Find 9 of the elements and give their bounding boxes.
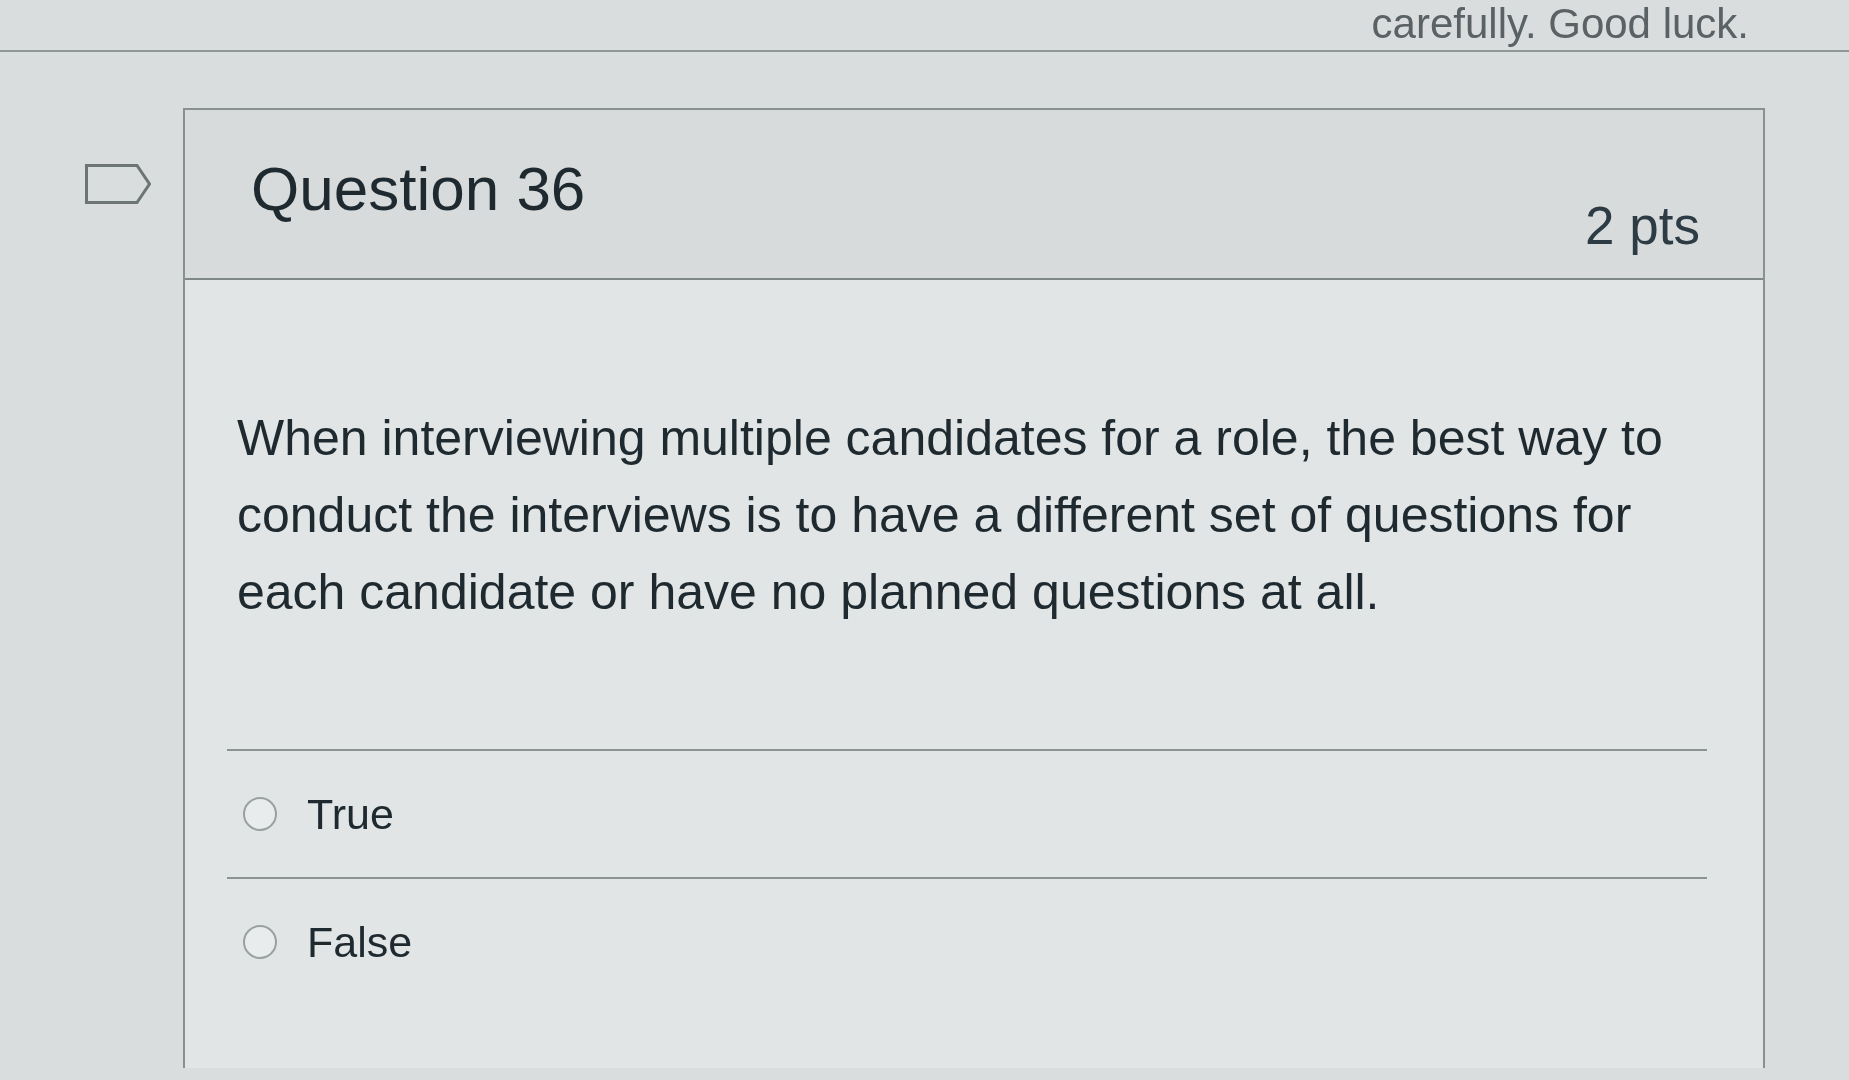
question-text: When interviewing multiple candidates for a role, the best way to conduct the interviews is to have a different set of questions for each candidate or have no planned questions at all. [237, 409, 1664, 622]
radio-button[interactable] [243, 925, 277, 959]
points-label: 2 pts [1585, 196, 1700, 256]
question-title: Question 36 [251, 154, 586, 224]
radio-button[interactable] [243, 797, 277, 831]
answer-label[interactable]: True [307, 789, 394, 839]
answer-label[interactable]: False [307, 917, 413, 967]
flag-icon[interactable] [85, 164, 151, 204]
instructions-text: carefully. Good luck. [1371, 0, 1749, 49]
